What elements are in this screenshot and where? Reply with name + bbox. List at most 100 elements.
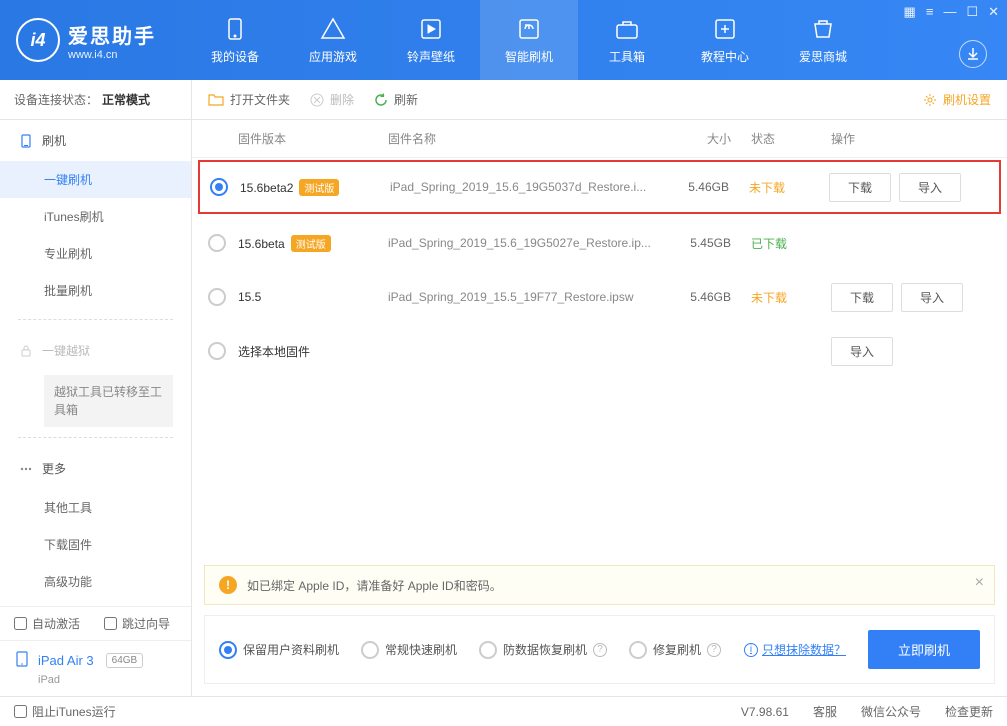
beta-tag: 测试版: [299, 179, 339, 196]
col-status: 状态: [751, 130, 831, 147]
row-radio[interactable]: [208, 342, 226, 360]
flash-settings-label: 刷机设置: [943, 91, 991, 108]
import-button[interactable]: 导入: [831, 337, 893, 366]
jailbreak-note: 越狱工具已转移至工具箱: [44, 375, 173, 427]
device-type: iPad: [38, 674, 177, 686]
firmware-status: 已下载: [751, 235, 831, 252]
row-radio[interactable]: [210, 178, 228, 196]
warning-text: 如已绑定 Apple ID，请准备好 Apple ID和密码。: [247, 577, 502, 594]
nav-item-0[interactable]: 我的设备: [186, 0, 284, 80]
option-radio[interactable]: [479, 641, 497, 659]
grid-icon[interactable]: ▦: [904, 4, 916, 20]
help-icon[interactable]: ?: [707, 643, 721, 657]
download-button[interactable]: 下载: [831, 283, 893, 312]
app-title: 爱思助手: [68, 20, 156, 49]
open-folder-button[interactable]: 打开文件夹: [208, 91, 290, 108]
nav-item-2[interactable]: 铃声壁纸: [382, 0, 480, 80]
device-panel[interactable]: iPad Air 3 64GB iPad: [0, 640, 191, 696]
nav-label: 工具箱: [609, 48, 645, 65]
auto-activate-checkbox[interactable]: 自动激活: [14, 615, 80, 632]
sidebar-item[interactable]: 一键刷机: [0, 161, 191, 198]
auto-activate-label: 自动激活: [32, 615, 80, 632]
flash-settings-button[interactable]: 刷机设置: [923, 91, 991, 108]
info-icon: i: [744, 643, 758, 657]
nav-item-4[interactable]: 工具箱: [578, 0, 676, 80]
nav-icon: [712, 16, 738, 42]
col-size: 大小: [671, 130, 751, 147]
version-label: V7.98.61: [741, 705, 789, 719]
sidebar-item[interactable]: 专业刷机: [0, 235, 191, 272]
download-button[interactable]: 下载: [829, 173, 891, 202]
maximize-icon[interactable]: ☐: [966, 4, 978, 20]
close-icon[interactable]: ✕: [988, 4, 999, 20]
import-button[interactable]: 导入: [901, 283, 963, 312]
skip-guide-label: 跳过向导: [122, 615, 170, 632]
import-button[interactable]: 导入: [899, 173, 961, 202]
refresh-label: 刷新: [394, 91, 418, 108]
window-controls: ▦ ≡ — ☐ ✕: [904, 4, 999, 20]
flash-mode-option[interactable]: 常规快速刷机: [361, 641, 457, 659]
firmware-name: iPad_Spring_2019_15.6_19G5037d_Restore.i…: [390, 180, 669, 194]
check-update-link[interactable]: 检查更新: [945, 703, 993, 720]
row-radio[interactable]: [208, 288, 226, 306]
warning-bar: ! 如已绑定 Apple ID，请准备好 Apple ID和密码。 ×: [204, 565, 995, 605]
wechat-link[interactable]: 微信公众号: [861, 703, 921, 720]
warning-close-icon[interactable]: ×: [975, 574, 984, 592]
sidebar-item[interactable]: 下载固件: [0, 526, 191, 563]
sidebar-item[interactable]: iTunes刷机: [0, 198, 191, 235]
sidebar: 设备连接状态： 正常模式 刷机 一键刷机iTunes刷机专业刷机批量刷机 一键越…: [0, 80, 192, 696]
beta-tag: 测试版: [291, 235, 331, 252]
flash-now-button[interactable]: 立即刷机: [868, 630, 980, 669]
nav-label: 铃声壁纸: [407, 48, 455, 65]
firmware-version: 15.5: [238, 290, 261, 304]
nav-item-6[interactable]: 爱思商城: [774, 0, 872, 80]
firmware-size: 5.46GB: [671, 290, 751, 304]
sidebar-item[interactable]: 批量刷机: [0, 272, 191, 309]
nav-icon: [516, 16, 542, 42]
warning-icon: !: [219, 576, 237, 594]
nav-icon: [614, 16, 640, 42]
download-manager-icon[interactable]: [959, 40, 987, 68]
erase-data-link[interactable]: i 只想抹除数据？: [744, 641, 846, 658]
minimize-icon[interactable]: —: [943, 4, 956, 20]
customer-service-link[interactable]: 客服: [813, 703, 837, 720]
sidebar-group-flash[interactable]: 刷机: [0, 120, 191, 161]
flash-mode-option[interactable]: 保留用户资料刷机: [219, 641, 339, 659]
option-label: 常规快速刷机: [385, 641, 457, 658]
block-itunes-label: 阻止iTunes运行: [32, 703, 116, 720]
help-icon[interactable]: ?: [593, 643, 607, 657]
refresh-button[interactable]: 刷新: [374, 91, 418, 108]
block-itunes-checkbox[interactable]: 阻止iTunes运行: [14, 703, 116, 720]
sidebar-group-jailbreak: 一键越狱: [0, 330, 191, 371]
skip-guide-checkbox[interactable]: 跳过向导: [104, 615, 170, 632]
firmware-version: 15.6beta: [238, 237, 285, 251]
delete-button[interactable]: 删除: [310, 91, 354, 108]
open-folder-label: 打开文件夹: [230, 91, 290, 108]
firmware-version: 15.6beta2: [240, 181, 293, 195]
col-version: 固件版本: [238, 130, 388, 147]
status-value: 正常模式: [102, 91, 150, 108]
sidebar-group-more[interactable]: 更多: [0, 448, 191, 489]
nav-item-1[interactable]: 应用游戏: [284, 0, 382, 80]
top-nav: 我的设备应用游戏铃声壁纸 智能刷机工具箱 教程中心 爱思商城: [186, 0, 872, 80]
toolbar: 打开文件夹 删除 刷新 刷机设置: [192, 80, 1007, 120]
option-radio[interactable]: [219, 641, 237, 659]
nav-label: 教程中心: [701, 48, 749, 65]
firmware-status: 未下载: [751, 289, 831, 306]
sidebar-item[interactable]: 其他工具: [0, 489, 191, 526]
connection-status: 设备连接状态： 正常模式: [0, 80, 191, 120]
option-radio[interactable]: [629, 641, 647, 659]
nav-icon: [320, 16, 346, 42]
logo: i4 爱思助手 www.i4.cn: [16, 18, 156, 62]
table-row: 15.6beta测试版iPad_Spring_2019_15.6_19G5027…: [192, 216, 1007, 270]
option-radio[interactable]: [361, 641, 379, 659]
sidebar-item[interactable]: 高级功能: [0, 563, 191, 600]
flash-mode-option[interactable]: 防数据恢复刷机?: [479, 641, 607, 659]
nav-item-3[interactable]: 智能刷机: [480, 0, 578, 80]
nav-item-5[interactable]: 教程中心: [676, 0, 774, 80]
row-radio[interactable]: [208, 234, 226, 252]
nav-label: 爱思商城: [799, 48, 847, 65]
menu-icon[interactable]: ≡: [926, 4, 934, 20]
flash-mode-option[interactable]: 修复刷机?: [629, 641, 721, 659]
status-label: 设备连接状态：: [14, 91, 98, 108]
